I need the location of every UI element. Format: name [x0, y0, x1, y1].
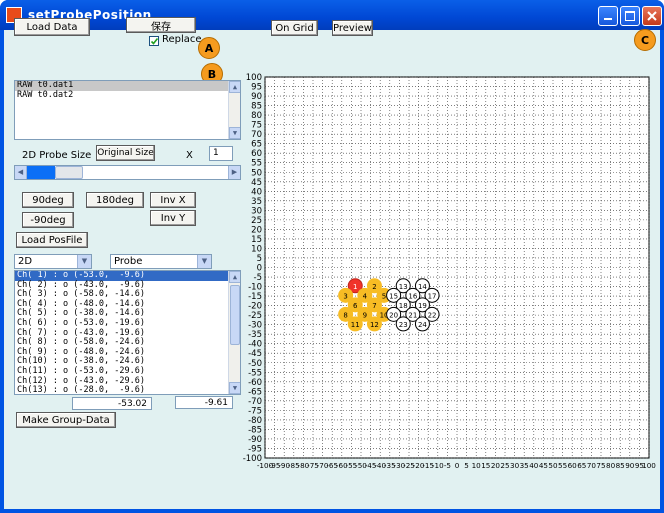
y-tick-label: 75	[251, 121, 262, 131]
probe-b-label: 24	[418, 321, 427, 329]
probe-b-label: 18	[399, 302, 408, 310]
y-tick-label: -25	[248, 311, 262, 321]
y-tick-label: 10	[251, 244, 262, 254]
y-tick-label: 45	[251, 178, 262, 188]
y-tick-label: 20	[251, 225, 262, 235]
x-tick-label: 30	[510, 461, 520, 470]
probe-a-label: 9	[363, 311, 367, 319]
x-tick-label: 80	[606, 461, 616, 470]
x-tick-label: 65	[577, 461, 586, 470]
x-tick-label: 15	[481, 461, 490, 470]
probe-b-label: 21	[408, 311, 417, 319]
y-tick-label: -55	[248, 368, 262, 378]
y-tick-label: -15	[248, 292, 262, 302]
probe-a-label: 8	[343, 311, 347, 319]
y-tick-label: -90	[248, 435, 262, 445]
x-tick-label: 85	[616, 461, 625, 470]
y-tick-label: 50	[251, 168, 262, 178]
probe-b-label: 19	[418, 302, 427, 310]
y-tick-label: 80	[251, 111, 262, 121]
y-tick-label: 35	[251, 197, 262, 207]
y-tick-label: 55	[251, 159, 262, 169]
probe-b-label: 15	[389, 292, 398, 300]
x-tick-label: -10	[432, 461, 444, 470]
x-tick-label: 45	[539, 461, 548, 470]
x-tick-label: 55	[558, 461, 567, 470]
probe-b-label: 13	[399, 283, 408, 291]
probe-b-label: 20	[389, 311, 398, 319]
y-tick-label: 40	[251, 187, 262, 197]
x-tick-label: 20	[491, 461, 501, 470]
y-tick-label: 15	[251, 235, 262, 245]
probe-a-label: 1	[353, 283, 357, 291]
probe-b-label: 14	[418, 283, 427, 291]
y-tick-label: 65	[251, 140, 262, 150]
y-tick-label: 60	[251, 149, 262, 159]
y-tick-label: 25	[251, 216, 262, 226]
x-tick-label: 10	[472, 461, 482, 470]
y-tick-label: -60	[248, 378, 262, 388]
probe-a-label: 12	[370, 321, 379, 329]
y-tick-label: 5	[257, 254, 262, 264]
y-tick-label: 90	[251, 92, 262, 102]
probe-a-label: 4	[363, 292, 368, 300]
probe-a-label: 7	[372, 302, 376, 310]
x-tick-label: 75	[596, 461, 605, 470]
x-tick-label: 90	[625, 461, 635, 470]
y-tick-label: -45	[248, 349, 262, 359]
probe-a-label: 5	[382, 292, 386, 300]
probe-b-label: 16	[408, 292, 417, 300]
probe-position-plot[interactable]: 1009590858075706560555045403530252015105…	[0, 0, 664, 513]
y-tick-label: -5	[254, 273, 262, 283]
x-tick-label: -5	[444, 461, 451, 470]
x-tick-label: 100	[642, 461, 656, 470]
x-tick-label: 50	[548, 461, 558, 470]
y-tick-label: -75	[248, 406, 262, 416]
x-tick-label: 5	[464, 461, 469, 470]
y-tick-label: -50	[248, 359, 262, 369]
y-tick-label: -80	[248, 416, 262, 426]
y-tick-label: -70	[248, 397, 262, 407]
y-tick-label: 0	[257, 264, 262, 274]
probe-a-label: 2	[372, 283, 376, 291]
x-tick-label: 25	[500, 461, 509, 470]
y-tick-label: -85	[248, 425, 262, 435]
probe-b-label: 23	[399, 321, 408, 329]
y-tick-label: 70	[251, 130, 262, 140]
y-tick-label: 95	[251, 83, 262, 93]
y-tick-label: 85	[251, 102, 262, 112]
probe-b-label: 22	[428, 311, 437, 319]
probe-a-label: 3	[343, 292, 347, 300]
app-window: setProbePosition Load Data 保存 Replace A …	[0, 0, 664, 513]
y-tick-label: -65	[248, 387, 262, 397]
x-tick-label: 70	[587, 461, 597, 470]
probe-a-label: 11	[351, 321, 360, 329]
x-tick-label: 40	[529, 461, 539, 470]
y-tick-label: -35	[248, 330, 262, 340]
probe-a-label: 6	[353, 302, 358, 310]
y-tick-label: -10	[248, 283, 262, 293]
y-tick-label: -95	[248, 444, 262, 454]
x-tick-label: 60	[568, 461, 578, 470]
y-tick-label: 30	[251, 206, 262, 216]
y-tick-label: -20	[248, 302, 262, 312]
y-tick-label: -30	[248, 321, 262, 331]
x-tick-label: 35	[520, 461, 529, 470]
y-tick-label: 100	[246, 73, 262, 83]
probe-b-label: 17	[428, 292, 437, 300]
x-tick-label: 0	[455, 461, 460, 470]
y-tick-label: -40	[248, 340, 262, 350]
